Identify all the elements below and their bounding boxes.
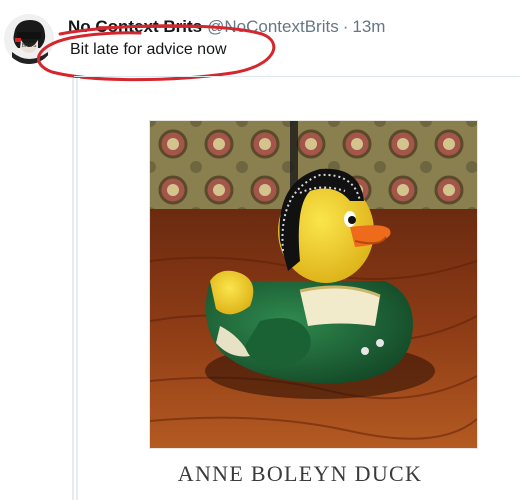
tweet-divider bbox=[74, 76, 520, 77]
user-handle[interactable]: @NoContextBrits bbox=[207, 17, 339, 37]
image-caption: ANNE BOLEYN DUCK bbox=[177, 461, 423, 486]
tweet-text: Bit late for advice now bbox=[70, 41, 227, 58]
duck-photo bbox=[150, 121, 477, 448]
tweet-image[interactable] bbox=[150, 121, 477, 448]
header-separator: · bbox=[342, 17, 349, 36]
avatar-icon: BRITS bbox=[4, 14, 54, 64]
thread-line bbox=[70, 78, 80, 500]
tweet-timestamp[interactable]: 13m bbox=[352, 17, 385, 37]
tweet-header: No Context Brits @NoContextBrits · 13m bbox=[68, 17, 385, 39]
avatar[interactable]: BRITS bbox=[4, 14, 54, 64]
display-name[interactable]: No Context Brits bbox=[68, 17, 203, 37]
tweet: BRITS No Context Brits @NoContextBrits ·… bbox=[0, 0, 520, 500]
svg-text:BRITS: BRITS bbox=[22, 43, 37, 49]
